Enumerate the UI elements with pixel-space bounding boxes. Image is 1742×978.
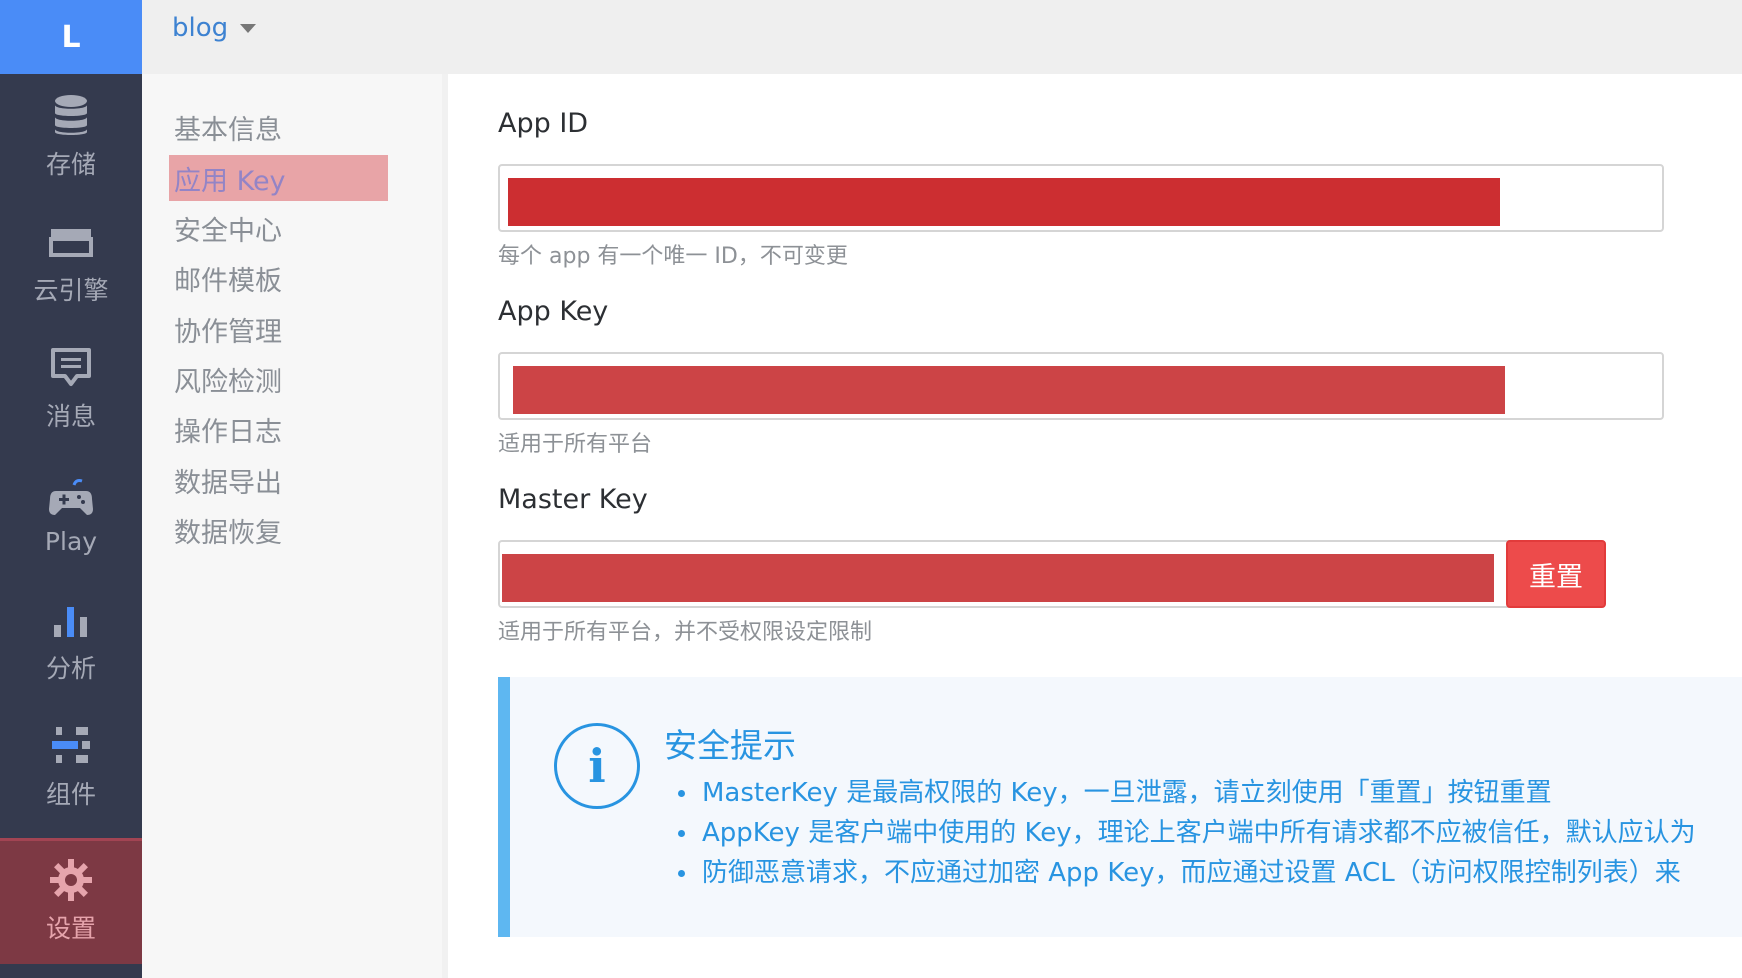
subnav-item-email-templates[interactable]: 邮件模板 [172,255,388,301]
app-key-field[interactable] [498,352,1664,420]
database-icon [55,95,87,135]
rail-item-label: 存储 [45,150,96,179]
app-switcher[interactable]: blog [172,10,257,46]
rail-item-play[interactable]: Play [0,452,142,578]
redacted-value [513,366,1505,414]
master-key-field[interactable] [498,540,1564,608]
app-logo[interactable]: L [0,0,142,74]
app-id-label: App ID [498,108,589,139]
rail-item-label: 组件 [45,780,96,809]
subnav-item-risk-detection[interactable]: 风险检测 [172,356,388,402]
subnav-item-operation-log[interactable]: 操作日志 [172,406,388,452]
master-key-label: Master Key [498,484,648,515]
chevron-down-icon [240,23,257,33]
list-item: 防御恶意请求，不应通过加密 App Key，而应通过设置 ACL（访问权限控制列… [678,853,1696,893]
subnav-item-data-export[interactable]: 数据导出 [172,457,388,503]
rail-item-message[interactable]: 消息 [0,326,142,452]
gear-icon [50,859,92,901]
info-icon: i [554,723,640,809]
settings-subnav: 基本信息 应用 Key 安全中心 邮件模板 协作管理 风险检测 操作日志 数据导… [142,74,442,978]
subnav-item-basic-info[interactable]: 基本信息 [172,104,388,150]
subnav-item-collaboration[interactable]: 协作管理 [172,306,388,352]
app-id-hint: 每个 app 有一个唯一 ID，不可变更 [498,244,848,269]
rail-item-label: 设置 [45,914,96,943]
rail-item-label: Play [44,526,98,556]
rail-item-storage[interactable]: 存储 [0,74,142,200]
rail-item-label: 云引擎 [33,276,109,305]
top-bar: blog [142,0,1742,74]
components-icon [52,727,90,763]
app-key-label: App Key [498,296,609,327]
list-item: AppKey 是客户端中使用的 Key，理论上客户端中所有请求都不应被信任，默认… [678,813,1696,853]
redacted-value [502,554,1494,602]
subnav-item-security[interactable]: 安全中心 [172,205,388,251]
list-item: MasterKey 是最高权限的 Key，一旦泄露，请立刻使用「重置」按钮重置 [678,773,1696,813]
rail-item-settings[interactable]: 设置 [0,838,142,964]
gamepad-icon [49,478,93,515]
subnav-item-data-restore[interactable]: 数据恢复 [172,507,388,553]
subnav-item-app-key[interactable]: 应用 Key [169,155,388,201]
redacted-value [508,178,1500,226]
bar-chart-icon [54,607,87,637]
left-rail: L 存储 云引擎 消息 Play 分析 组件 设置 [0,0,142,978]
message-icon [51,348,91,386]
app-id-field[interactable] [498,164,1664,232]
rail-item-engine[interactable]: 云引擎 [0,200,142,326]
rail-item-label: 分析 [45,654,96,683]
rail-item-analytics[interactable]: 分析 [0,578,142,704]
rail-item-components[interactable]: 组件 [0,704,142,830]
security-tip-list: MasterKey 是最高权限的 Key，一旦泄露，请立刻使用「重置」按钮重置 … [678,773,1696,893]
main-content: App ID 每个 app 有一个唯一 ID，不可变更 App Key 适用于所… [442,74,1742,978]
app-key-hint: 适用于所有平台 [498,432,653,457]
app-name: blog [172,13,229,43]
security-tip-title: 安全提示 [664,726,796,765]
server-icon [49,229,93,257]
reset-master-key-button[interactable]: 重置 [1506,540,1606,608]
security-tip-panel: i 安全提示 MasterKey 是最高权限的 Key，一旦泄露，请立刻使用「重… [498,677,1742,937]
rail-item-label: 消息 [45,402,96,431]
master-key-hint: 适用于所有平台，并不受权限设定限制 [498,620,873,645]
